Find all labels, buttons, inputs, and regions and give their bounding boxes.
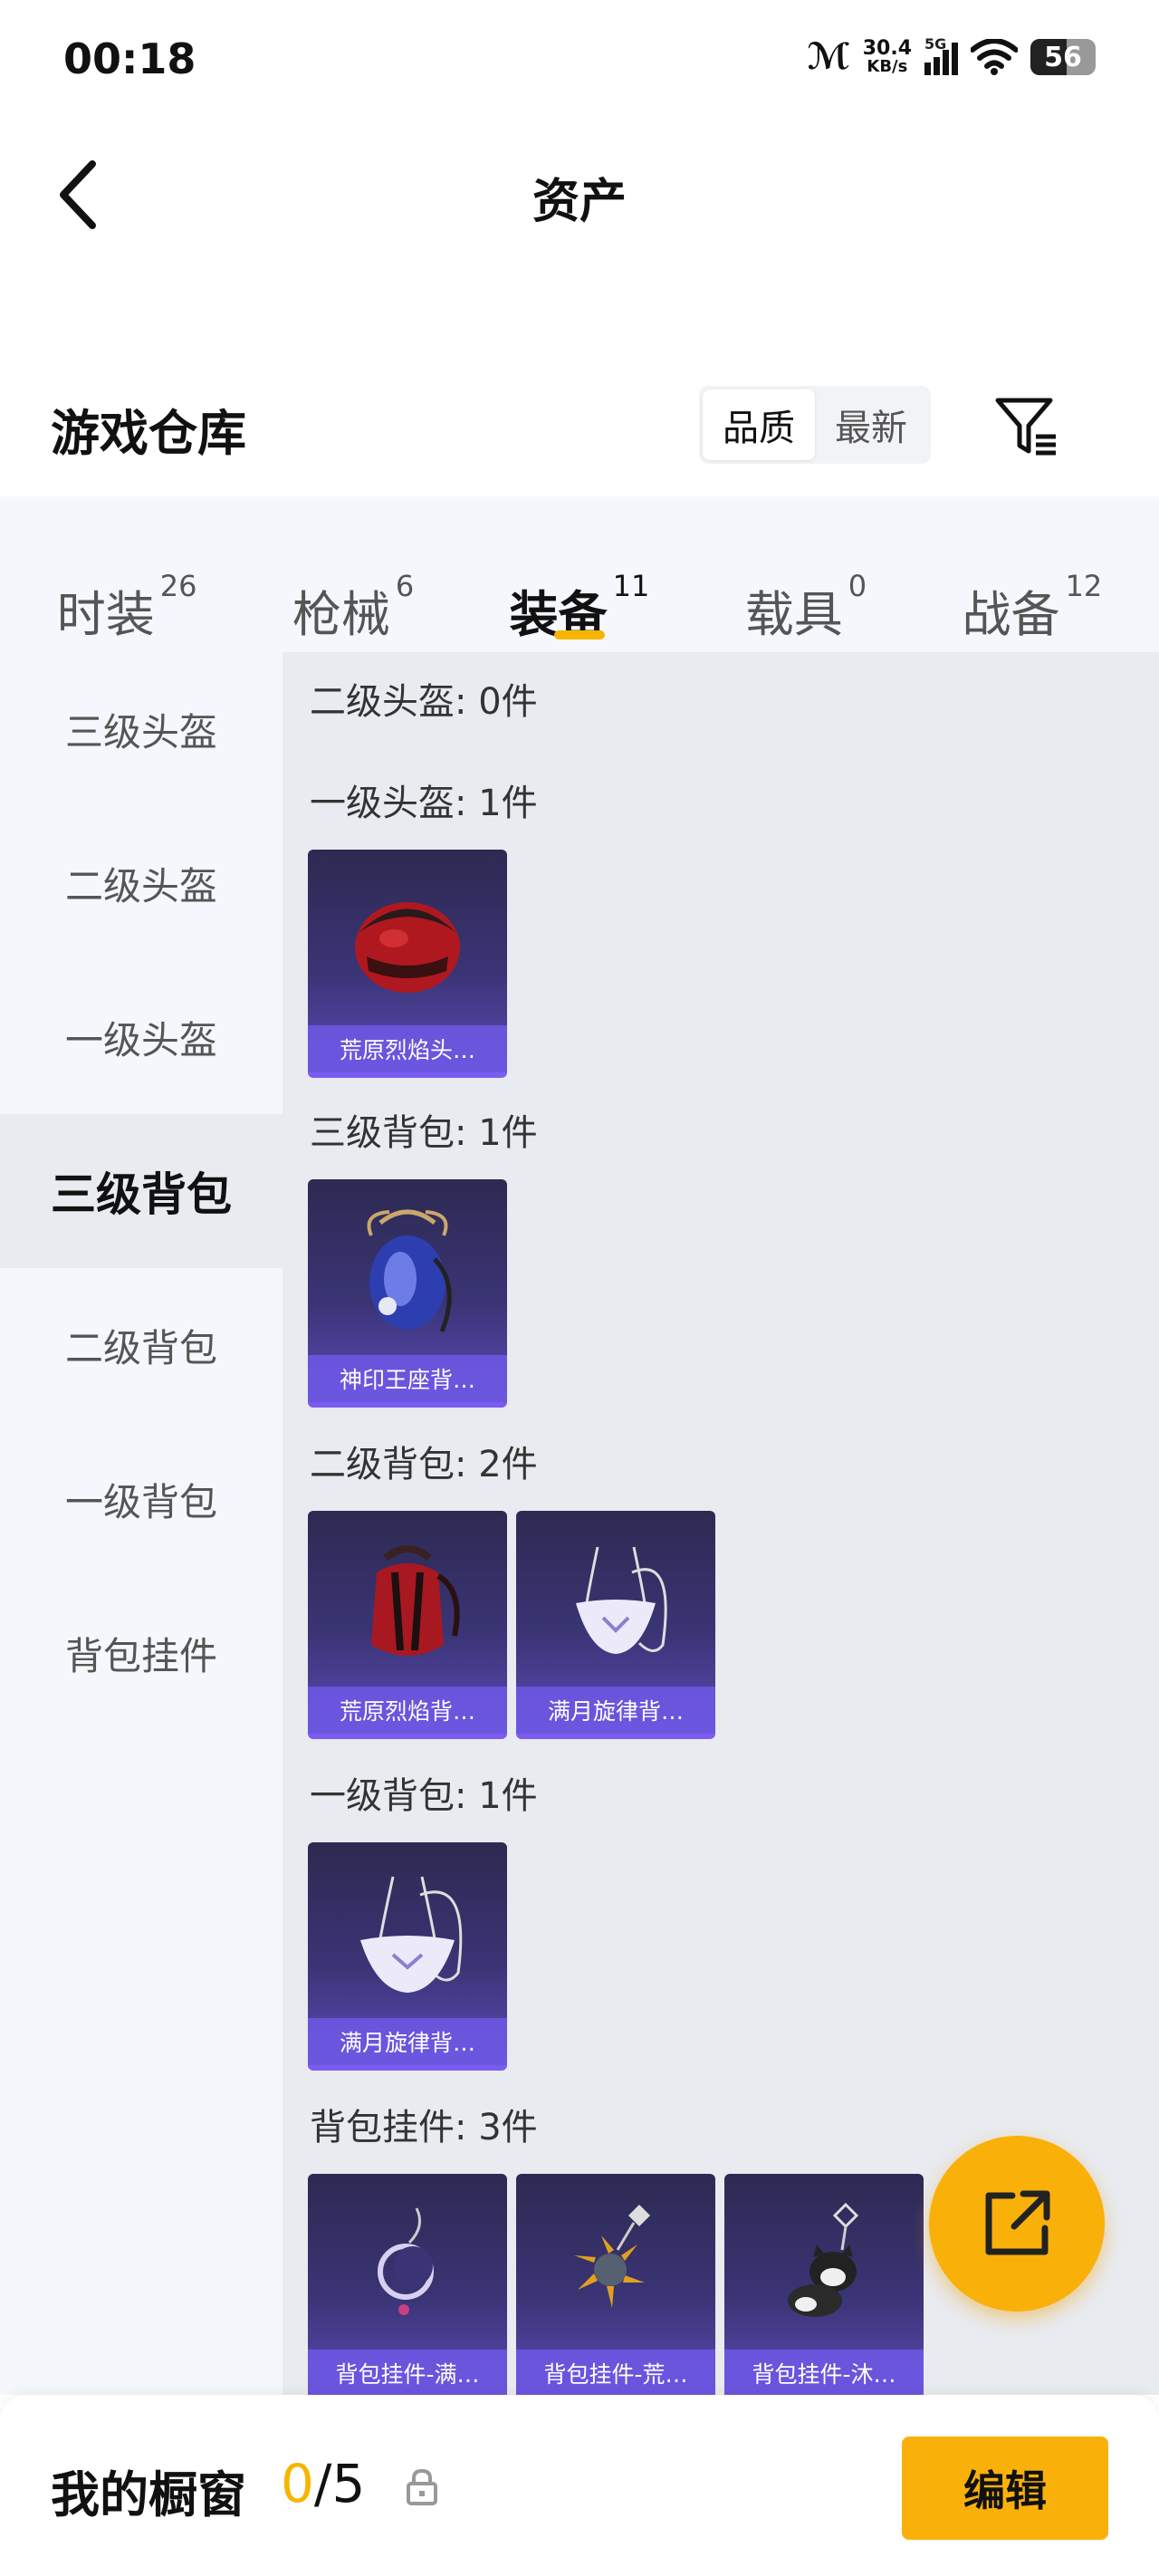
sidebar-item-level3-backpack[interactable]: 三级背包 xyxy=(0,1114,283,1268)
item-name: 荒原烈焰头… xyxy=(308,1025,507,1072)
filter-icon xyxy=(995,398,1056,456)
network-speed: 30.4 KB/s xyxy=(863,39,912,75)
sidebar-item-level3-helmet[interactable]: 三级头盔 xyxy=(0,652,283,806)
cellular-signal-icon: 5G xyxy=(924,35,958,75)
group-title: 一级头盔: 1件 xyxy=(310,783,538,824)
status-icons: ℳ 30.4 KB/s 5G 56 xyxy=(807,35,1096,78)
lock-icon xyxy=(407,2468,437,2505)
item-card[interactable]: 背包挂件-荒… xyxy=(516,2174,715,2395)
tab-fashion[interactable]: 时装 26 xyxy=(57,529,197,643)
tab-vehicles[interactable]: 载具 0 xyxy=(745,529,867,643)
tab-count: 26 xyxy=(159,569,197,603)
item-name: 神印王座背… xyxy=(308,1355,507,1402)
group-title: 二级头盔: 0件 xyxy=(310,681,538,723)
item-list: 二级头盔: 0件 一级头盔: 1件 荒原烈焰头… 三级背包: 1件 神印王座背…… xyxy=(283,652,1159,2395)
sidebar-item-level2-backpack[interactable]: 二级背包 xyxy=(0,1268,283,1422)
item-row: 荒原烈焰头… xyxy=(308,850,507,1078)
section-title: 游戏仓库 xyxy=(51,405,246,462)
showcase-total: 5 xyxy=(331,2453,366,2514)
status-bar: 00:18 ℳ 30.4 KB/s 5G 56 xyxy=(0,0,1159,127)
status-time: 00:18 xyxy=(63,34,196,83)
sidebar-item-level1-helmet[interactable]: 一级头盔 xyxy=(0,960,283,1114)
backpack-icon xyxy=(335,1200,480,1345)
item-name: 背包挂件-沐… xyxy=(724,2350,924,2395)
sort-option-quality[interactable]: 品质 xyxy=(703,389,815,460)
tab-count: 0 xyxy=(848,569,867,603)
tab-label: 时装 xyxy=(56,586,155,643)
network-speed-unit: KB/s xyxy=(867,57,908,76)
filter-button[interactable] xyxy=(985,386,1067,467)
sidebar-item-level2-helmet[interactable]: 二级头盔 xyxy=(0,806,283,960)
tab-label: 载具 xyxy=(744,586,843,643)
item-name: 满月旋律背… xyxy=(308,2018,507,2065)
tab-firearms[interactable]: 枪械 6 xyxy=(292,529,415,643)
charm-icon xyxy=(335,2195,480,2340)
tab-count: 6 xyxy=(395,569,415,603)
battery-level: 56 xyxy=(1044,41,1082,73)
tab-label: 枪械 xyxy=(292,586,390,643)
tab-equipment[interactable]: 装备 11 xyxy=(510,529,650,643)
item-card[interactable]: 神印王座背… xyxy=(308,1179,507,1408)
showcase-current: 0 xyxy=(281,2453,314,2514)
edit-button[interactable]: 编辑 xyxy=(902,2437,1108,2540)
item-row: 背包挂件-满… 背包挂件-荒… 背包挂件-沐… xyxy=(308,2174,924,2395)
group-title: 二级背包: 2件 xyxy=(310,1444,538,1485)
tab-count: 12 xyxy=(1065,569,1103,603)
backpack-icon xyxy=(543,1532,688,1677)
nav-header: 资产 xyxy=(0,145,1159,245)
group-title: 一级背包: 1件 xyxy=(310,1775,538,1817)
tab-count: 11 xyxy=(612,569,650,603)
item-card[interactable]: 荒原烈焰头… xyxy=(308,850,507,1078)
item-name: 背包挂件-满… xyxy=(308,2350,507,2395)
backpack-icon xyxy=(335,1532,480,1677)
tab-supplies[interactable]: 战备 12 xyxy=(963,529,1103,643)
sidebar-item-backpack-charm[interactable]: 背包挂件 xyxy=(0,1576,283,1730)
item-card[interactable]: 荒原烈焰背… xyxy=(308,1511,507,1739)
page-title: 资产 xyxy=(532,175,627,229)
showcase-bar: 我的橱窗 0/5 编辑 xyxy=(0,2395,1159,2576)
battery-icon: 56 xyxy=(1030,39,1096,75)
backpack-icon xyxy=(335,1863,480,2008)
showcase-separator: / xyxy=(313,2453,332,2514)
sort-option-newest[interactable]: 最新 xyxy=(815,389,927,460)
charm-icon xyxy=(752,2195,896,2340)
item-name: 荒原烈焰背… xyxy=(308,1687,507,1734)
item-row: 荒原烈焰背… 满月旋律背… xyxy=(308,1511,715,1739)
item-name: 满月旋律背… xyxy=(516,1687,715,1734)
item-card[interactable]: 背包挂件-沐… xyxy=(724,2174,924,2395)
group-title: 三级背包: 1件 xyxy=(310,1112,538,1154)
share-external-icon xyxy=(985,2190,1050,2255)
item-name: 背包挂件-荒… xyxy=(516,2350,715,2395)
share-fab-button[interactable] xyxy=(929,2136,1105,2312)
wifi-icon xyxy=(971,39,1018,75)
item-row: 满月旋律背… xyxy=(308,1842,507,2071)
item-card[interactable]: 满月旋律背… xyxy=(516,1511,715,1739)
sidebar-item-level1-backpack[interactable]: 一级背包 xyxy=(0,1422,283,1576)
item-card[interactable]: 满月旋律背… xyxy=(308,1842,507,2071)
showcase-count: 0/5 xyxy=(281,2453,365,2514)
subcategory-sidebar: 三级头盔 二级头盔 一级头盔 三级背包 二级背包 一级背包 背包挂件 xyxy=(0,652,283,2395)
signal-label: 5G xyxy=(924,35,947,53)
charm-icon xyxy=(543,2195,688,2340)
showcase-label: 我的橱窗 xyxy=(51,2466,246,2523)
section-header: 游戏仓库 品质 最新 xyxy=(0,371,1159,480)
network-speed-value: 30.4 xyxy=(862,37,912,60)
hyperos-icon: ℳ xyxy=(807,36,850,78)
tab-active-indicator xyxy=(553,630,605,639)
sort-toggle: 品质 最新 xyxy=(699,386,931,464)
item-card[interactable]: 背包挂件-满… xyxy=(308,2174,507,2395)
helmet-icon xyxy=(335,870,480,1015)
item-row: 神印王座背… xyxy=(308,1179,507,1408)
category-tabs: 时装 26 枪械 6 装备 11 载具 0 战备 12 xyxy=(0,496,1159,652)
group-title: 背包挂件: 3件 xyxy=(310,2107,538,2148)
tab-label: 战备 xyxy=(962,586,1060,643)
